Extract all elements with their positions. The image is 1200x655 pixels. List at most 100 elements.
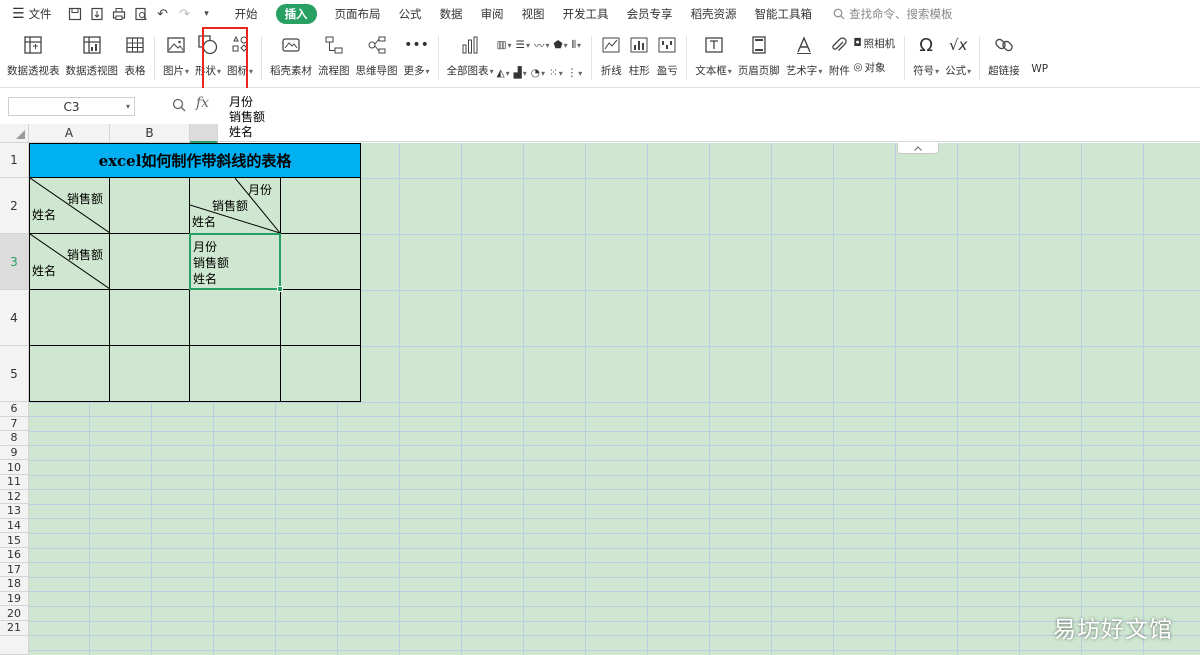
undo-icon[interactable]: ↶ [154, 5, 172, 23]
cell-c5[interactable] [190, 346, 281, 402]
pie-chart-dropdown[interactable]: ◔ ▾ [531, 62, 545, 84]
cell-c2[interactable]: 月份 销售额 姓名 [190, 178, 281, 234]
cell-b5[interactable] [110, 346, 190, 402]
row-header[interactable]: 2 [0, 178, 29, 234]
textbox-button[interactable]: 文本框▾ [695, 28, 732, 82]
row-header[interactable]: 4 [0, 290, 29, 346]
row-header[interactable]: 15 [0, 533, 29, 548]
histogram-dropdown[interactable]: ▟ ▾ [514, 62, 527, 84]
row-header[interactable]: 10 [0, 460, 29, 475]
cell-d2[interactable] [281, 178, 361, 234]
redo-icon[interactable]: ↷ [176, 5, 194, 23]
row-header[interactable]: 18 [0, 577, 29, 592]
cell-d4[interactable] [281, 290, 361, 346]
save-icon[interactable] [66, 5, 84, 23]
flowchart-button[interactable]: 流程图 [318, 28, 350, 82]
bar-chart-dropdown[interactable]: ☰ ▾ [516, 34, 530, 56]
row-header[interactable]: 20 [0, 606, 29, 621]
sparkline-column-button[interactable]: 柱形 [628, 28, 650, 82]
file-menu[interactable]: ☰ 文件 [12, 0, 52, 28]
cell-a4[interactable] [29, 290, 110, 346]
row-header[interactable]: 21 [0, 621, 29, 636]
fx-icon[interactable]: fx [196, 95, 209, 111]
symbol-button[interactable]: Ω 符号▾ [913, 28, 939, 82]
hyperlink-button[interactable]: 超链接 [988, 28, 1020, 82]
equation-button[interactable]: √x 公式▾ [945, 28, 971, 82]
tab-docer-resources[interactable]: 稻壳资源 [691, 6, 737, 22]
icon-library-button[interactable]: 图标▾ [227, 28, 253, 82]
line-chart-dropdown[interactable]: 〰 ▾ [534, 34, 550, 56]
tab-home[interactable]: 开始 [235, 6, 258, 22]
picture-button[interactable]: 图片▾ [163, 28, 189, 82]
row-header[interactable]: 6 [0, 402, 29, 417]
row-header[interactable]: 13 [0, 504, 29, 519]
area-chart-dropdown[interactable]: ◭ ▾ [497, 62, 510, 84]
cell-d5[interactable] [281, 346, 361, 402]
cell-b2[interactable] [110, 178, 190, 234]
tab-developer[interactable]: 开发工具 [563, 6, 609, 22]
tab-view[interactable]: 视图 [522, 6, 545, 22]
tab-page-layout[interactable]: 页面布局 [335, 6, 381, 22]
sparkline-line-button[interactable]: 折线 [600, 28, 622, 82]
docer-material-button[interactable]: 稻壳素材 [270, 28, 312, 82]
row-header[interactable]: 5 [0, 346, 29, 402]
tab-member[interactable]: 会员专享 [627, 6, 673, 22]
tab-smart-toolbox[interactable]: 智能工具箱 [755, 6, 813, 22]
mindmap-button[interactable]: 思维导图 [356, 28, 398, 82]
cell-a5[interactable] [29, 346, 110, 402]
row-header[interactable]: 1 [0, 143, 29, 178]
row-header[interactable]: 14 [0, 518, 29, 534]
row-header[interactable]: 19 [0, 591, 29, 607]
row-header[interactable] [0, 635, 29, 655]
column-chart-dropdown[interactable]: ▥ ▾ [497, 34, 512, 56]
tab-formulas[interactable]: 公式 [399, 6, 422, 22]
export-pdf-icon[interactable] [88, 5, 106, 23]
cell-b4[interactable] [110, 290, 190, 346]
ribbon-collapse-toggle[interactable] [897, 143, 939, 154]
tab-insert[interactable]: 插入 [275, 4, 317, 24]
tab-data[interactable]: 数据 [440, 6, 463, 22]
column-header-c[interactable] [190, 124, 218, 143]
attachment-button[interactable]: 附件 [828, 28, 850, 82]
more-button[interactable]: ••• 更多▾ [404, 28, 430, 82]
object-button[interactable]: ◎ 对象 [853, 58, 895, 76]
shape-button[interactable]: 形状▾ [195, 28, 221, 82]
quick-access-dropdown-icon[interactable]: ▾ [198, 5, 216, 23]
print-icon[interactable] [110, 5, 128, 23]
stock-chart-dropdown[interactable]: ⫴ ▾ [572, 34, 581, 56]
name-box-dropdown-icon[interactable]: ▾ [126, 102, 130, 111]
fill-handle[interactable] [277, 286, 283, 292]
table-button[interactable]: 表格 [124, 28, 146, 82]
all-charts-button[interactable]: 全部图表▾ [447, 28, 494, 82]
wordart-button[interactable]: 艺术字▾ [786, 28, 822, 82]
header-footer-button[interactable]: 页眉页脚 [738, 28, 780, 82]
zoom-search-icon[interactable] [172, 98, 186, 112]
row-header[interactable]: 3 [0, 234, 29, 290]
row-header[interactable]: 11 [0, 475, 29, 490]
row-header[interactable]: 17 [0, 562, 29, 578]
pivot-table-button[interactable]: 数据透视表 [7, 28, 60, 82]
radar-chart-dropdown[interactable]: ⬟ ▾ [553, 34, 567, 56]
column-header-a[interactable]: A [29, 124, 110, 143]
tab-review[interactable]: 审阅 [481, 6, 504, 22]
wp-button[interactable]: WP [1029, 28, 1051, 82]
cell-b3[interactable] [110, 234, 190, 290]
command-search[interactable]: 查找命令、搜索模板 [833, 0, 953, 28]
table-title-cell[interactable]: excel如何制作带斜线的表格 [29, 143, 361, 178]
name-box[interactable]: C3 ▾ [8, 97, 135, 116]
combo-chart-dropdown[interactable]: ⋮ ▾ [567, 62, 583, 84]
row-header[interactable]: 7 [0, 416, 29, 432]
cell-d3[interactable] [281, 234, 361, 290]
camera-button[interactable]: ◘ 照相机 [853, 34, 895, 52]
cell-c4[interactable] [190, 290, 281, 346]
row-header[interactable]: 16 [0, 548, 29, 563]
row-header[interactable]: 8 [0, 431, 29, 446]
pivot-chart-button[interactable]: 数据透视图 [66, 28, 118, 82]
sparkline-winloss-button[interactable]: 盈亏 [656, 28, 678, 82]
row-header[interactable]: 12 [0, 489, 29, 505]
column-header-b[interactable]: B [110, 124, 190, 143]
select-all-corner[interactable] [0, 124, 29, 143]
print-preview-icon[interactable] [132, 5, 150, 23]
row-header[interactable]: 9 [0, 445, 29, 461]
scatter-chart-dropdown[interactable]: ⁙ ▾ [549, 62, 563, 84]
